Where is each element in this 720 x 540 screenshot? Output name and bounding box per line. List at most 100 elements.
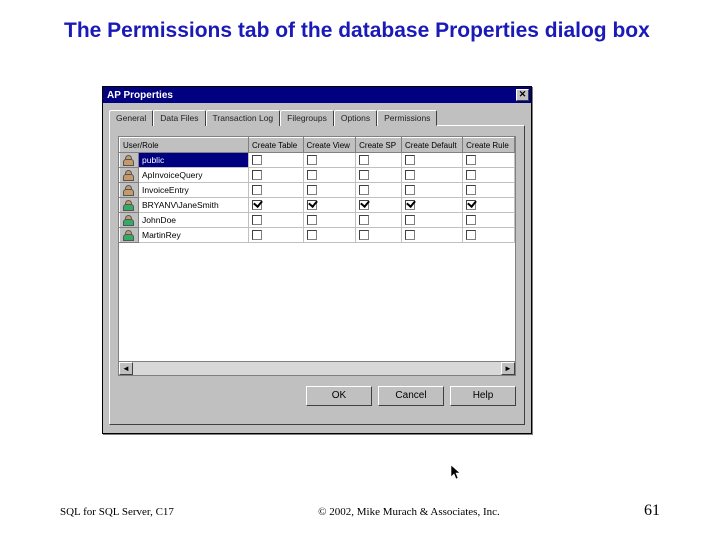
table-row[interactable]: InvoiceEntry [120,183,515,198]
table-row[interactable]: BRYANV\JaneSmith [120,198,515,213]
checkbox[interactable] [307,230,317,240]
checkbox[interactable] [307,155,317,165]
tab-general[interactable]: General [109,110,153,126]
checkbox[interactable] [252,200,262,210]
table-row[interactable]: JohnDoe [120,213,515,228]
row-name: ApInvoiceQuery [139,168,249,183]
checkbox[interactable] [405,215,415,225]
checkbox[interactable] [359,170,369,180]
permission-cell[interactable] [249,183,304,198]
permission-cell[interactable] [249,153,304,168]
permissions-table: User/Role Create Table Create View Creat… [119,137,515,243]
checkbox[interactable] [252,215,262,225]
checkbox[interactable] [466,155,476,165]
col-create-rule[interactable]: Create Rule [463,138,515,153]
checkbox[interactable] [405,230,415,240]
permission-cell[interactable] [401,198,462,213]
checkbox[interactable] [359,200,369,210]
checkbox[interactable] [252,170,262,180]
role-icon [123,170,133,180]
permission-cell[interactable] [463,168,515,183]
checkbox[interactable] [405,170,415,180]
row-header[interactable] [120,168,139,183]
permission-cell[interactable] [463,228,515,243]
col-user-role[interactable]: User/Role [120,138,249,153]
permission-cell[interactable] [401,183,462,198]
permission-cell[interactable] [463,213,515,228]
scroll-right-icon[interactable]: ► [501,362,515,375]
table-row[interactable]: ApInvoiceQuery [120,168,515,183]
horizontal-scrollbar[interactable]: ◄ ► [119,361,515,375]
checkbox[interactable] [307,185,317,195]
row-header[interactable] [120,198,139,213]
permission-cell[interactable] [401,168,462,183]
permission-cell[interactable] [303,168,356,183]
permission-cell[interactable] [356,153,402,168]
checkbox[interactable] [359,230,369,240]
col-create-sp[interactable]: Create SP [356,138,402,153]
row-name: JohnDoe [139,213,249,228]
checkbox[interactable] [466,230,476,240]
permission-cell[interactable] [303,153,356,168]
permission-cell[interactable] [463,198,515,213]
checkbox[interactable] [466,185,476,195]
permission-cell[interactable] [303,213,356,228]
tab-options[interactable]: Options [334,110,377,126]
checkbox[interactable] [252,155,262,165]
user-icon [123,215,133,225]
tab-filegroups[interactable]: Filegroups [280,110,334,126]
checkbox[interactable] [359,215,369,225]
col-create-table[interactable]: Create Table [249,138,304,153]
checkbox[interactable] [359,155,369,165]
permission-cell[interactable] [356,198,402,213]
checkbox[interactable] [405,200,415,210]
checkbox[interactable] [252,230,262,240]
ok-button[interactable]: OK [306,386,372,406]
permission-cell[interactable] [401,228,462,243]
checkbox[interactable] [466,215,476,225]
permission-cell[interactable] [356,168,402,183]
checkbox[interactable] [252,185,262,195]
tab-data-files[interactable]: Data Files [153,110,205,126]
permission-cell[interactable] [303,183,356,198]
checkbox[interactable] [466,200,476,210]
permission-cell[interactable] [463,153,515,168]
checkbox[interactable] [307,170,317,180]
permission-cell[interactable] [401,153,462,168]
checkbox[interactable] [405,185,415,195]
row-name: BRYANV\JaneSmith [139,198,249,213]
permission-cell[interactable] [356,183,402,198]
permission-cell[interactable] [356,228,402,243]
checkbox[interactable] [359,185,369,195]
permission-cell[interactable] [303,198,356,213]
cancel-button[interactable]: Cancel [378,386,444,406]
permission-cell[interactable] [249,168,304,183]
scroll-left-icon[interactable]: ◄ [119,362,133,375]
permission-cell[interactable] [401,213,462,228]
table-row[interactable]: MartinRey [120,228,515,243]
permission-cell[interactable] [356,213,402,228]
row-header[interactable] [120,183,139,198]
col-create-view[interactable]: Create View [303,138,356,153]
row-header[interactable] [120,228,139,243]
help-button[interactable]: Help [450,386,516,406]
permission-cell[interactable] [463,183,515,198]
permission-cell[interactable] [249,213,304,228]
col-create-default[interactable]: Create Default [401,138,462,153]
tab-transaction-log[interactable]: Transaction Log [206,110,281,126]
checkbox[interactable] [307,200,317,210]
permission-cell[interactable] [249,198,304,213]
checkbox[interactable] [405,155,415,165]
checkbox[interactable] [466,170,476,180]
close-icon[interactable]: ✕ [516,89,529,101]
checkbox[interactable] [307,215,317,225]
table-row[interactable]: public [120,153,515,168]
permission-cell[interactable] [249,228,304,243]
row-header[interactable] [120,213,139,228]
row-header[interactable] [120,153,139,168]
tabstrip: General Data Files Transaction Log Fileg… [109,109,525,125]
permission-cell[interactable] [303,228,356,243]
permissions-grid[interactable]: User/Role Create Table Create View Creat… [118,136,516,376]
tab-permissions[interactable]: Permissions [377,110,437,126]
titlebar[interactable]: AP Properties ✕ [103,87,531,103]
